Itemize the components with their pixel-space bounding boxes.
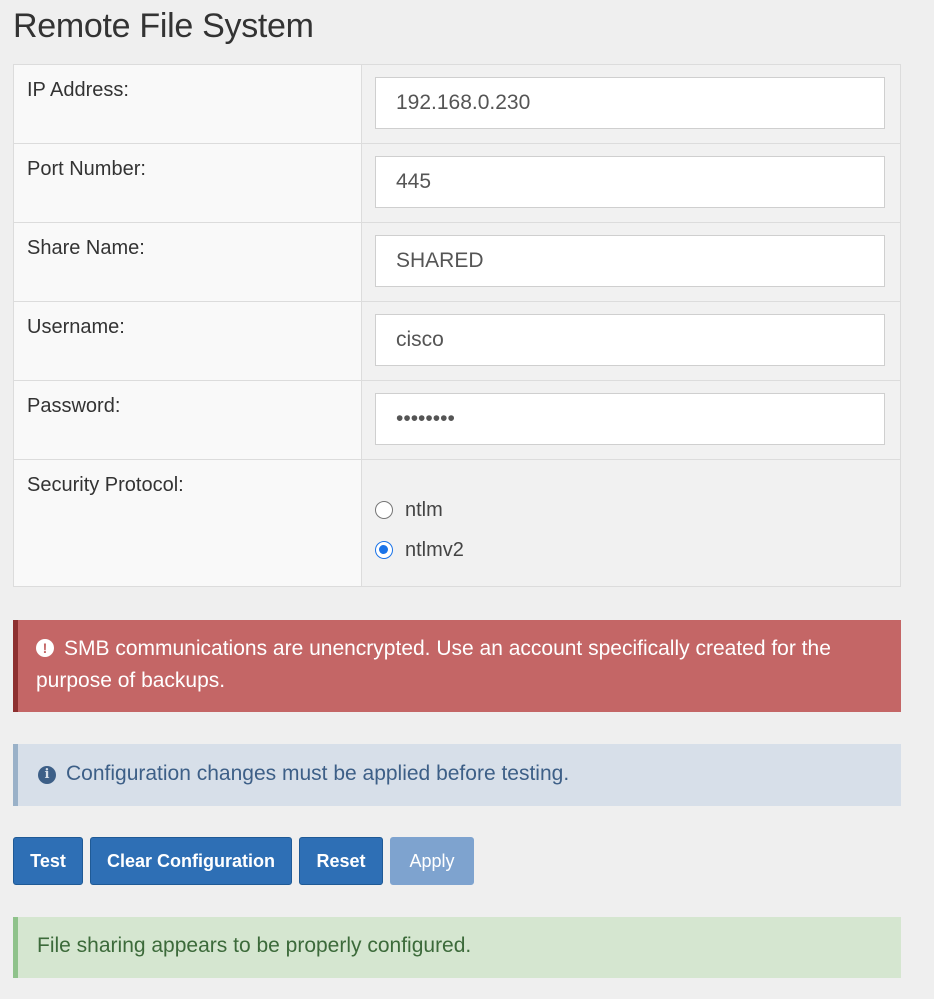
ntlmv2-radio[interactable] xyxy=(375,541,393,559)
info-circle-icon: i xyxy=(38,766,56,784)
username-label: Username: xyxy=(13,301,362,381)
remote-file-system-panel: Remote File System IP Address: Port Numb… xyxy=(13,0,901,978)
file-sharing-status-text: File sharing appears to be properly conf… xyxy=(37,934,472,957)
ip-address-row: IP Address: xyxy=(13,64,901,144)
username-input[interactable] xyxy=(375,314,885,366)
apply-before-test-alert: i Configuration changes must be applied b… xyxy=(13,744,901,806)
port-number-row: Port Number: xyxy=(13,143,901,223)
radio-option-ntlm[interactable]: ntlm xyxy=(375,490,887,530)
share-name-input[interactable] xyxy=(375,235,885,287)
ip-address-input[interactable] xyxy=(375,77,885,129)
file-sharing-status-alert: File sharing appears to be properly conf… xyxy=(13,917,901,978)
page-title: Remote File System xyxy=(13,7,314,45)
apply-before-test-text: Configuration changes must be applied be… xyxy=(66,762,570,785)
password-label: Password: xyxy=(13,380,362,460)
port-number-input[interactable] xyxy=(375,156,885,208)
security-protocol-row: Security Protocol: ntlm ntlmv2 xyxy=(13,459,901,587)
share-name-row: Share Name: xyxy=(13,222,901,302)
security-protocol-label: Security Protocol: xyxy=(13,459,362,587)
reset-button[interactable]: Reset xyxy=(299,837,383,885)
smb-warning-alert: ! SMB communications are unencrypted. Use… xyxy=(13,620,901,712)
test-button[interactable]: Test xyxy=(13,837,83,885)
security-protocol-radio-group: ntlm ntlmv2 xyxy=(375,472,887,570)
apply-button[interactable]: Apply xyxy=(390,837,474,885)
username-row: Username: xyxy=(13,301,901,381)
share-name-label: Share Name: xyxy=(13,222,362,302)
config-form-table: IP Address: Port Number: Share Name: Use… xyxy=(13,64,901,587)
ntlmv2-radio-label[interactable]: ntlmv2 xyxy=(405,539,464,562)
ntlm-radio-label[interactable]: ntlm xyxy=(405,499,443,522)
ntlm-radio[interactable] xyxy=(375,501,393,519)
password-row: Password: xyxy=(13,380,901,460)
exclamation-circle-icon: ! xyxy=(36,639,54,657)
smb-warning-text: SMB communications are unencrypted. Use … xyxy=(36,637,831,692)
clear-configuration-button[interactable]: Clear Configuration xyxy=(90,837,292,885)
radio-option-ntlmv2[interactable]: ntlmv2 xyxy=(375,530,887,570)
ip-address-label: IP Address: xyxy=(13,64,362,144)
port-number-label: Port Number: xyxy=(13,143,362,223)
password-input[interactable] xyxy=(375,393,885,445)
action-buttons: Test Clear Configuration Reset Apply xyxy=(13,837,474,885)
